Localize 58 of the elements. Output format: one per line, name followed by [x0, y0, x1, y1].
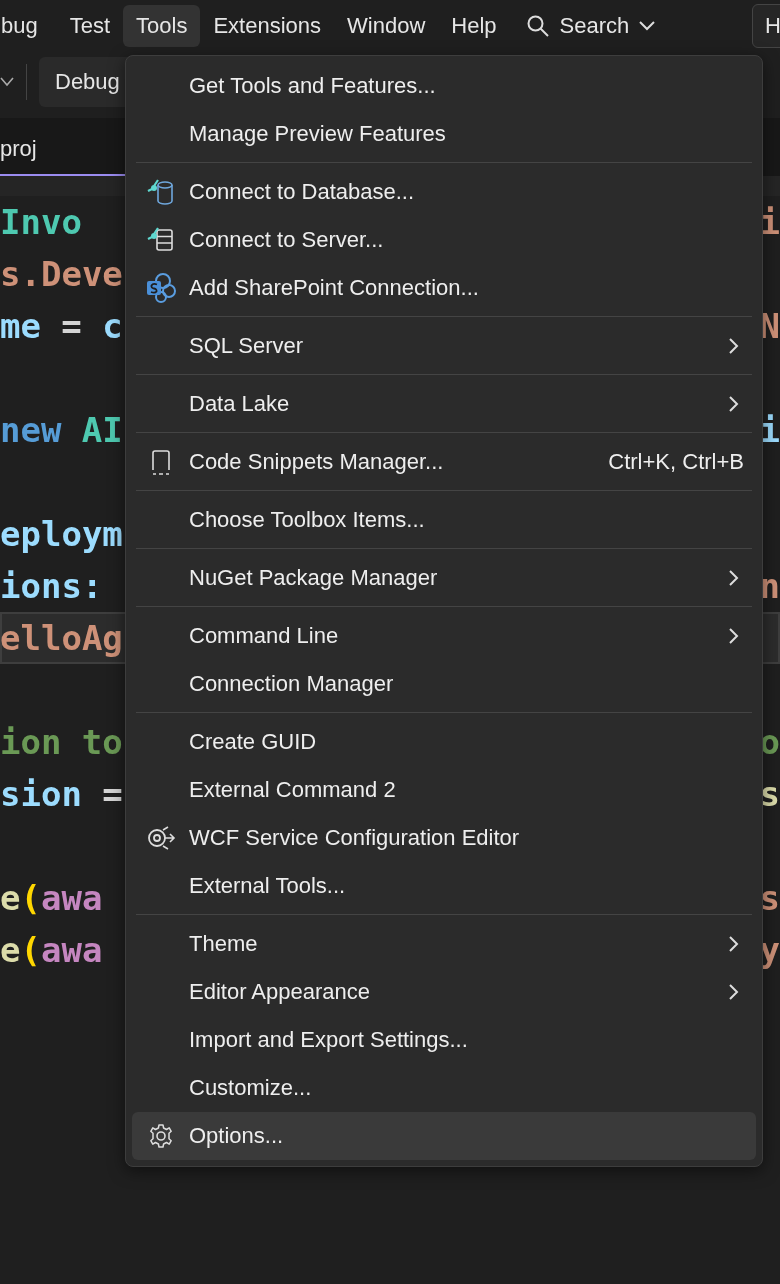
code-token: i	[759, 202, 780, 242]
database-plug-icon	[145, 177, 176, 207]
menu-item[interactable]: Add SharePoint Connection...	[132, 264, 756, 312]
code-token: e	[0, 878, 21, 918]
code-token: =	[61, 306, 82, 346]
menu-item[interactable]: Code Snippets Manager... Ctrl+K, Ctrl+B	[132, 438, 756, 486]
menu-item[interactable]: External Command 2	[132, 766, 756, 814]
code-token: sion	[0, 774, 82, 814]
code-token: Invo	[0, 202, 82, 242]
menu-item[interactable]: Create GUID	[132, 718, 756, 766]
menu-item[interactable]: Theme	[132, 920, 756, 968]
code-token: e	[0, 930, 21, 970]
code-token: eploym	[0, 514, 123, 554]
code-token: AI	[81, 410, 123, 450]
code-token: i	[759, 410, 780, 450]
menu-item[interactable]: Data Lake	[132, 380, 756, 428]
code-token: =	[102, 774, 123, 814]
menu-item[interactable]: Connection Manager	[132, 660, 756, 708]
menu-bar-item[interactable]: Extensions	[200, 5, 335, 47]
chevron-down-icon[interactable]	[0, 77, 14, 87]
menu-item[interactable]: Import and Export Settings...	[132, 1016, 756, 1064]
menu-item[interactable]: Options...	[132, 1112, 756, 1160]
menu-item[interactable]: External Tools...	[132, 862, 756, 910]
gear-arrows-icon	[145, 823, 176, 853]
menu-item[interactable]: Command Line	[132, 612, 756, 660]
code-token: s	[759, 774, 780, 814]
code-token: awa	[40, 878, 103, 918]
shortcut-text: Ctrl+K, Ctrl+B	[608, 449, 744, 475]
code-token: (	[20, 930, 41, 970]
menu-item[interactable]: Choose Toolbox Items...	[132, 496, 756, 544]
code-token: c	[102, 306, 123, 346]
code-token: awa	[40, 930, 103, 970]
search-icon	[525, 14, 550, 38]
code-token: ions:	[0, 566, 103, 606]
sharepoint-icon	[144, 272, 177, 304]
menu-bar-item[interactable]: bug	[0, 5, 51, 47]
code-token: new	[0, 410, 62, 450]
search-button[interactable]: Search	[513, 7, 668, 45]
code-token: s.Deve	[0, 254, 123, 294]
chevron-down-icon	[639, 21, 656, 31]
menu-bar-item[interactable]: Tools	[123, 5, 201, 47]
menu-item[interactable]: Connect to Server...	[132, 216, 756, 264]
menu-item[interactable]: Editor Appearance	[132, 968, 756, 1016]
menu-bar-item[interactable]: Window	[334, 5, 439, 47]
code-token: elloAg	[0, 618, 123, 658]
menu-item[interactable]: SQL Server	[132, 322, 756, 370]
menu-bar-item[interactable]: Help	[438, 5, 510, 47]
menu-item[interactable]: WCF Service Configuration Editor	[132, 814, 756, 862]
menu-item[interactable]: NuGet Package Manager	[132, 554, 756, 602]
settings-icon	[147, 1123, 174, 1149]
menu-bar-item[interactable]: Test	[56, 5, 124, 47]
toolbar-button[interactable]: H	[752, 4, 780, 48]
code-token: ion	[0, 722, 62, 762]
code-token: (	[20, 878, 41, 918]
code-token: s	[759, 878, 780, 918]
menu-item[interactable]: Customize...	[132, 1064, 756, 1112]
code-token: me	[0, 306, 41, 346]
code-token: to	[81, 722, 123, 762]
